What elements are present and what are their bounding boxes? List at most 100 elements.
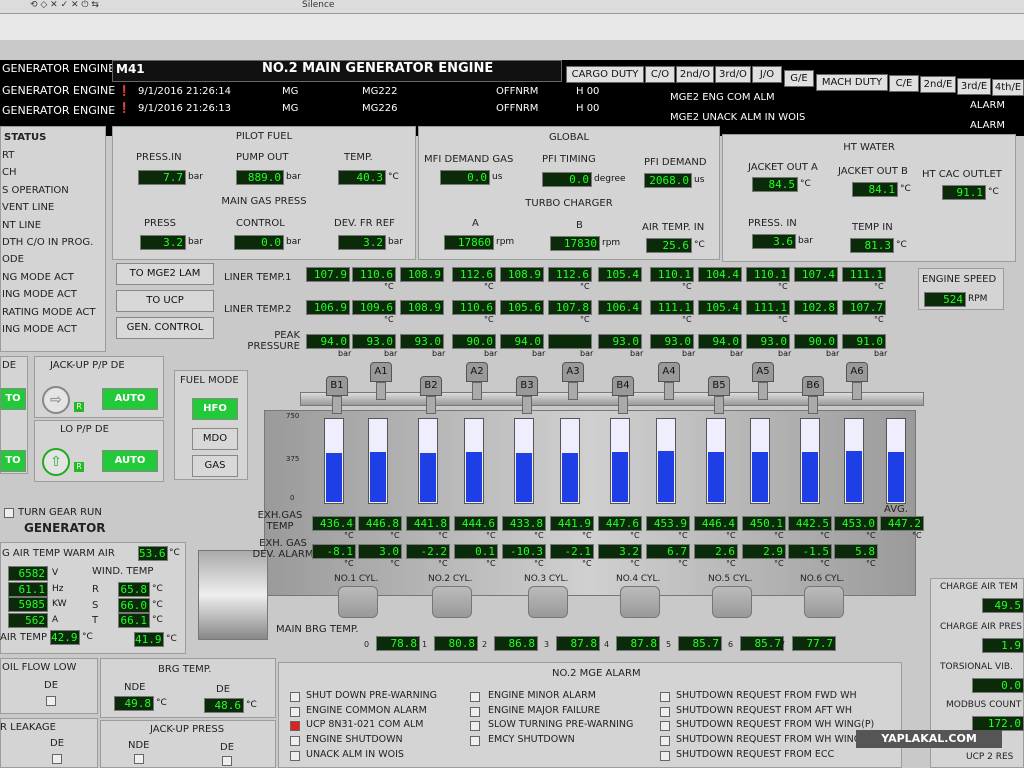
jacket-a-unit: °C <box>800 179 811 189</box>
left-row-2: GENERATOR ENGINE <box>2 84 116 97</box>
tab-ce[interactable]: C/E <box>889 75 919 92</box>
gen-control-button[interactable]: GEN. CONTROL <box>116 317 214 339</box>
celsius-unit: °C <box>344 559 354 568</box>
wind-phase: T <box>92 615 99 626</box>
status-item: ING MODE ACT <box>2 324 77 335</box>
tab-co[interactable]: C/O <box>645 66 675 83</box>
wind-temp-value: 66.1 <box>118 613 150 628</box>
peak-pressure-cell: 93.0 <box>400 334 444 349</box>
temp-in-unit: °C <box>896 240 907 250</box>
silence-button[interactable]: Silence <box>302 0 334 10</box>
celsius-unit: °C <box>774 531 784 540</box>
pfi-timing-label: PFI TIMING <box>542 154 596 165</box>
tc-b-label: B <box>576 220 583 231</box>
oil-flow-label: OIL FLOW LOW <box>2 662 77 673</box>
air-temp-in-label: AIR TEMP. IN <box>642 222 705 233</box>
tab-2nd-o[interactable]: 2nd/O <box>676 66 714 83</box>
liner-temp-cell: 106.9 <box>306 300 350 315</box>
exh-bar <box>750 418 770 504</box>
celsius-unit: °C <box>682 315 692 324</box>
liner-temp-cell: 105.6 <box>500 300 544 315</box>
cylinder-head: B4 <box>612 376 634 414</box>
mfi-demand-label: MFI DEMAND GAS <box>424 154 514 165</box>
exh-bar <box>514 418 534 504</box>
tab-mach-duty[interactable]: MACH DUTY <box>816 74 888 91</box>
ucp2-res-label: UCP 2 RES <box>966 752 1014 762</box>
alarm-group: MG <box>282 86 299 97</box>
mfi-demand-value: 0.0 <box>440 170 490 185</box>
cylinder-head: B2 <box>420 376 442 414</box>
ht-press-unit: bar <box>798 236 813 246</box>
alarm-item: SHUTDOWN REQUEST FROM WH WING(P) <box>676 719 875 731</box>
cylinder-head-label: B6 <box>802 376 824 396</box>
celsius-unit: °C <box>682 282 692 291</box>
jacket-b-label: JACKET OUT B <box>838 166 908 177</box>
exh-dev-cell: 3.0 <box>358 544 402 559</box>
jackup-auto-button[interactable]: AUTO <box>102 388 158 410</box>
cylinder-head-label: A6 <box>846 362 868 382</box>
cac-outlet-value: 91.1 <box>942 185 986 200</box>
celsius-unit: °C <box>630 531 640 540</box>
alarm-tag: MG226 <box>362 103 398 114</box>
exh-bar <box>324 418 344 504</box>
air-temp-b-value: 41.9 <box>134 632 164 647</box>
cylinder-stem <box>808 396 818 414</box>
leakage-label: R LEAKAGE <box>0 722 56 733</box>
hfo-button[interactable]: HFO <box>192 398 238 420</box>
cylinder-head: A6 <box>846 362 868 400</box>
peak-pressure-cell: 94.0 <box>698 334 742 349</box>
jackup-title: JACK-UP P/P DE <box>50 360 125 371</box>
gas-press-label: PRESS <box>144 218 176 229</box>
status-item: VENT LINE <box>2 202 55 214</box>
alarm-state: OFFNRM <box>496 103 539 114</box>
exh-scale-max: 750 <box>286 412 300 420</box>
tab-jo[interactable]: J/O <box>752 66 782 83</box>
liner-temp-cell: 106.4 <box>598 300 642 315</box>
alarm-item: SHUTDOWN REQUEST FROM FWD WH <box>676 690 857 701</box>
bar-unit: bar <box>874 349 888 358</box>
cylinder-head-label: B2 <box>420 376 442 396</box>
liner-temp-cell: 102.8 <box>794 300 838 315</box>
to-ucp-button[interactable]: TO UCP <box>116 290 214 312</box>
tab-2nd-e[interactable]: 2nd/E <box>920 76 956 93</box>
to-mge2-lam-button[interactable]: TO MGE2 LAM <box>116 263 214 285</box>
alarm-msg: MGE2 ENG COM ALM <box>670 92 775 103</box>
alarm-status: ALARM <box>970 100 1006 111</box>
liner-temp-cell: 107.9 <box>306 267 350 282</box>
cylinder-head-label: A2 <box>466 362 488 382</box>
liner-temp-2-label: LINER TEMP.2 <box>224 304 292 315</box>
lo-to-button[interactable]: TO <box>0 450 26 472</box>
alarm-icon: ❗ <box>118 86 131 97</box>
tab-3rd-o[interactable]: 3rd/O <box>715 66 751 83</box>
generator-unit: Hz <box>52 583 64 594</box>
cylinder-label: NO.3 CYL. <box>524 574 569 584</box>
air-temp-label: AIR TEMP <box>0 632 48 643</box>
toolbar-icons[interactable]: ⟲ ◇ ✕ ✓ ✕ ⏻ ⇆ <box>30 0 99 10</box>
cylinder-box <box>804 586 844 618</box>
exh-bar-fill <box>612 451 628 502</box>
alarm-time: 9/1/2016 21:26:13 <box>138 103 232 114</box>
gas-button[interactable]: GAS <box>192 455 238 477</box>
tab-3rd-e[interactable]: 3rd/E <box>957 78 991 95</box>
tab-cargo-duty[interactable]: CARGO DUTY <box>566 66 644 83</box>
celsius-unit: °C <box>390 531 400 540</box>
exh-bar-fill <box>658 451 674 502</box>
exh-dev-cell: 2.9 <box>742 544 786 559</box>
tab-4th-e[interactable]: 4th/E <box>992 79 1024 96</box>
peak-pressure-label: PEAK PRESSURE <box>247 330 300 352</box>
cylinder-stem <box>332 396 342 414</box>
status-item: S OPERATION <box>2 184 69 196</box>
alarm-indicator-active <box>290 721 300 732</box>
mdo-button[interactable]: MDO <box>192 428 238 450</box>
lo-auto-button[interactable]: AUTO <box>102 450 158 472</box>
liner-temp-cell: 111.1 <box>650 300 694 315</box>
tab-ge[interactable]: G/E <box>784 70 814 87</box>
wind-phase: R <box>92 584 99 595</box>
brg-temp-cell: 87.8 <box>556 636 600 651</box>
cac-outlet-label: HT CAC OUTLET <box>922 169 1002 180</box>
de-to-button[interactable]: TO <box>0 388 26 410</box>
generator-title: GENERATOR <box>24 521 106 535</box>
celsius-unit: °C <box>582 559 592 568</box>
temp-in-label: TEMP IN <box>852 222 893 233</box>
leakage-de-label: DE <box>50 738 65 749</box>
